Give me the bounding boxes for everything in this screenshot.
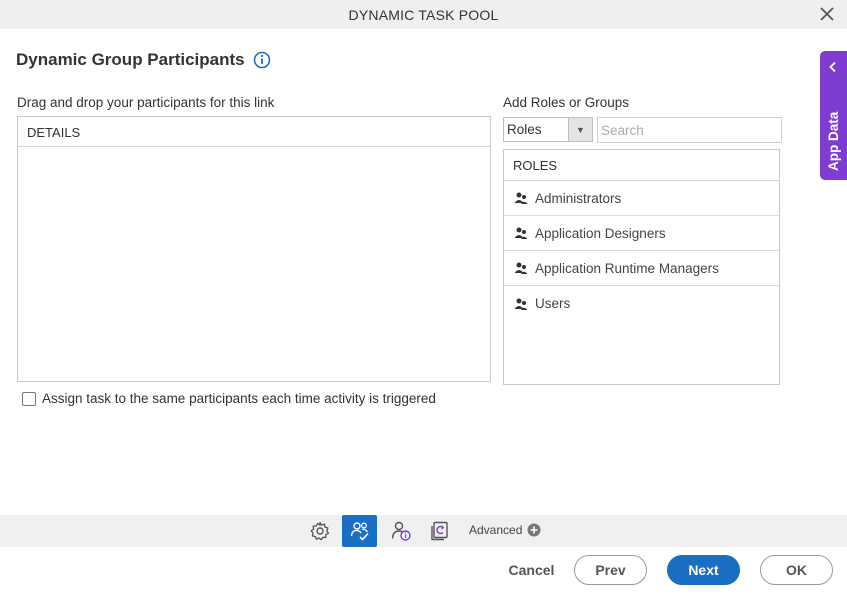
role-icon [514,298,528,310]
app-data-panel-toggle[interactable]: App Data [820,51,847,180]
list-item-label: Users [535,296,571,311]
page-title: Dynamic Group Participants [16,50,245,69]
role-icon [514,227,528,239]
step-toolbar: Advanced [0,515,847,547]
role-icon [514,262,528,274]
advanced-label: Advanced [469,523,523,537]
participants-tab[interactable] [342,515,377,547]
role-icon [514,192,528,204]
add-roles-label: Add Roles or Groups [503,95,630,110]
same-participants-label: Assign task to the same participants eac… [42,391,436,406]
list-item-label: Administrators [535,190,622,206]
cancel-button[interactable]: Cancel [500,555,563,585]
prev-button[interactable]: Prev [574,555,647,585]
chevron-down-icon[interactable]: ▼ [568,118,592,141]
participants-icon [350,522,369,541]
details-column-header: DETAILS [18,117,490,147]
close-icon[interactable] [819,6,835,22]
advanced-button[interactable]: Advanced [469,523,541,537]
configuration-tab[interactable] [307,515,333,547]
next-button[interactable]: Next [667,555,740,585]
participants-label: Drag and drop your participants for this… [17,95,275,110]
page-heading: Dynamic Group Participants [16,50,271,70]
list-item-label: Application Designers [535,225,666,241]
same-participants-option: Assign task to the same participants eac… [22,391,436,406]
search-box [597,117,782,143]
roles-list: ROLES Administrators Application Designe… [503,149,780,385]
ok-button[interactable]: OK [760,555,833,585]
user-info-tab[interactable] [388,515,414,547]
user-info-icon [391,521,411,541]
app-data-label: App Data [826,111,841,171]
list-item-label: Application Runtime Managers [535,260,719,276]
roles-list-header: ROLES [504,150,779,181]
document-tab[interactable] [428,515,452,547]
same-participants-checkbox[interactable] [22,391,36,406]
search-input[interactable] [598,119,778,141]
chevron-left-icon [829,61,836,73]
document-icon [431,521,448,541]
type-select-value: Roles [507,122,542,137]
list-item[interactable]: Administrators [504,181,779,216]
window-title: DYNAMIC TASK POOL [348,6,499,23]
list-item[interactable]: Application Runtime Managers [504,251,779,286]
plus-circle-icon [527,523,541,537]
title-bar: DYNAMIC TASK POOL [0,0,847,29]
gear-icon [310,521,330,541]
list-item[interactable]: Application Designers [504,216,779,251]
list-item[interactable]: Users [504,286,779,321]
type-select[interactable]: Roles ▼ [503,117,593,142]
info-icon[interactable] [253,51,271,69]
participants-drop-area[interactable]: DETAILS [17,116,491,382]
